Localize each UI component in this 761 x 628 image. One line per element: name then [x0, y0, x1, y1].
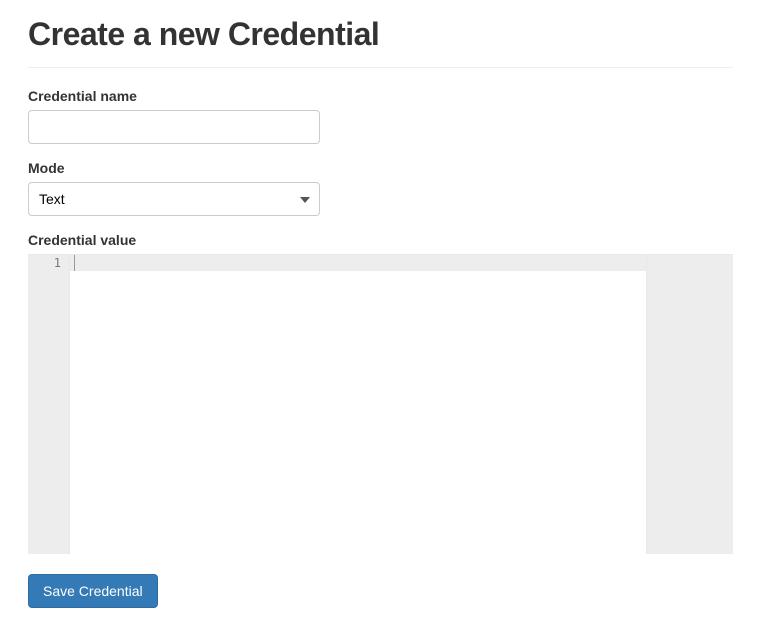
page-title: Create a new Credential — [28, 16, 733, 53]
save-credential-button[interactable]: Save Credential — [28, 574, 158, 608]
mode-select[interactable]: Text — [28, 182, 320, 216]
editor-code-column — [69, 255, 646, 554]
mode-group: Mode Text — [28, 160, 733, 216]
editor-gutter: 1 — [28, 255, 69, 554]
divider — [28, 67, 733, 68]
credential-value-label: Credential value — [28, 232, 733, 248]
mode-label: Mode — [28, 160, 733, 176]
credential-value-input[interactable] — [70, 271, 646, 554]
editor-cursor — [74, 255, 75, 271]
editor-right-column — [646, 255, 733, 554]
credential-name-label: Credential name — [28, 88, 733, 104]
code-editor: 1 — [28, 254, 733, 554]
credential-name-group: Credential name — [28, 88, 733, 144]
line-number: 1 — [28, 255, 69, 271]
editor-header-stripe-right — [647, 255, 733, 271]
credential-value-group: Credential value 1 — [28, 232, 733, 554]
editor-header-stripe — [70, 255, 646, 271]
credential-name-input[interactable] — [28, 110, 320, 144]
